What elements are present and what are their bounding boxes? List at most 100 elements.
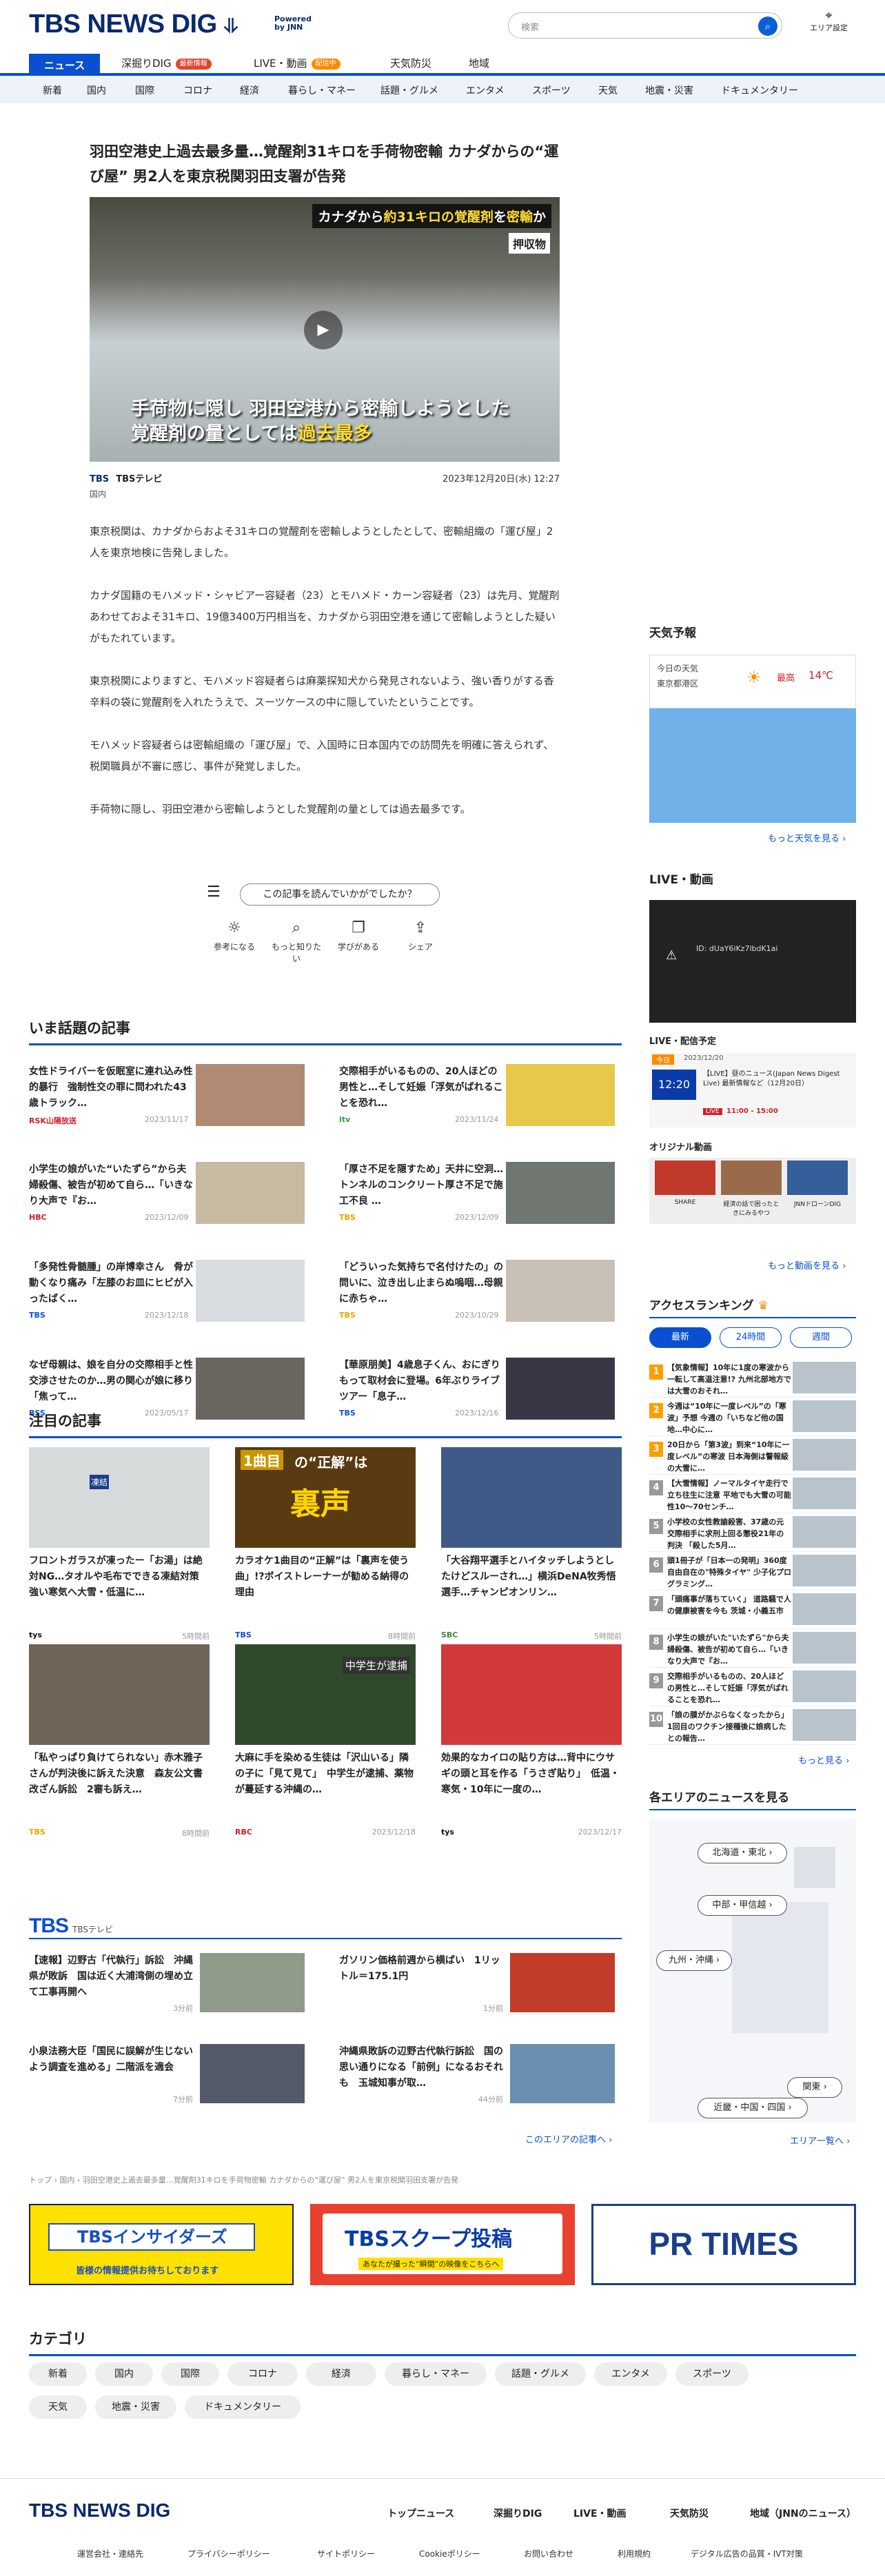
featured-item[interactable]: 凍結 フロントガラスが凍ったー「お湯」は絶対NG…タオルや毛布でできる凍結対策 強… (29, 1447, 210, 1641)
sub-nav-item[interactable]: 暮らし・マネー (288, 83, 356, 97)
footer-link[interactable]: 天気防災 (670, 2506, 709, 2520)
news-item[interactable]: 小学生の娘がいた“いたずら”から夫婦殺傷、被告が初めて自ら…「いきなり大声で『お… (29, 1162, 312, 1228)
article-video[interactable]: カナダから約31キロの覚醒剤を密輸か 押収物 ▶ 手荷物に隠し 羽田空港から密輸… (90, 197, 560, 462)
sub-nav-item[interactable]: 新着 (43, 83, 62, 97)
category-pill[interactable]: 国内 (95, 2362, 153, 2386)
footer-link[interactable]: トップニュース (387, 2506, 454, 2520)
tab-weather[interactable]: 天気防災 (390, 54, 431, 76)
featured-item[interactable]: 1曲目 の“正解”は 裏声 カラオケ1曲目の“正解”は「裏声を使う曲」!?ボイストレー… (235, 1447, 416, 1641)
original-video-item[interactable]: JNNドローンDIG (787, 1199, 848, 1208)
ranking-more-link[interactable]: もっと見る › (798, 1753, 849, 1766)
featured-item[interactable]: 「私やっぱり負けてられない」赤木雅子さんが判決後に訴えた決意 森友公文書改ざん訴… (29, 1644, 210, 1838)
source-name[interactable]: TBSテレビ (116, 474, 162, 484)
footer-link[interactable]: LIVE・動画 (573, 2506, 627, 2520)
ranking-item[interactable]: 10 「娘の膜がかぶらなくなったから」1回目のワクチン接種後に娘病したとの報告… (649, 1708, 856, 1745)
featured-item[interactable]: 「大谷翔平選手とハイタッチしようとしたけどスルーされ…」横浜DeNA牧秀悟選手…… (441, 1447, 622, 1641)
sub-nav-item[interactable]: 天気 (598, 83, 618, 97)
news-item[interactable]: 「厚さ不足を隠すため」天井に空洞…トンネルのコンクリート厚さ不足で施工不良 … T… (339, 1162, 622, 1228)
prtimes-banner[interactable]: PR TIMES (591, 2204, 856, 2285)
area-list-link[interactable]: エリア一覧へ › (790, 2134, 850, 2147)
category-pill[interactable]: 暮らし・マネー (385, 2362, 487, 2386)
video-more-link[interactable]: もっと動画を見る › (768, 1258, 846, 1271)
original-video-item[interactable]: 経済の話で困ったときにみるやつ (721, 1199, 782, 1217)
tbs-news-item[interactable]: 沖縄県敗訴の辺野古代執行訴訟 国の思い通りになる「前例」になるおそれも 玉城知事… (339, 2044, 622, 2113)
category-pill[interactable]: 新着 (29, 2362, 87, 2386)
area-button[interactable]: 近畿・中国・四国 › (698, 2098, 808, 2118)
footer-sublink[interactable]: 利用規約 (618, 2548, 651, 2559)
ranking-item[interactable]: 5 小学校の女性教諭殺害、37歳の元交際相手に求刑上回る懲役21年の判決 「殺した… (649, 1515, 856, 1552)
tbs-news-item[interactable]: ガソリン価格前週から横ばい 1リットル＝175.1円 1分前 (339, 1953, 622, 2022)
breadcrumb[interactable]: トップ › 国内 › 羽田空港史上過去最多量…覚醒剤31キロを手荷物密輸 カナダ… (29, 2174, 458, 2185)
sub-nav-item[interactable]: エンタメ (466, 83, 505, 97)
sub-nav-item[interactable]: 国際 (135, 83, 154, 97)
helpful-button[interactable]: ☼ 参考になる (207, 919, 262, 952)
category-pill[interactable]: コロナ (227, 2362, 298, 2386)
area-button[interactable]: 北海道・東北 › (698, 1843, 787, 1863)
tab-region[interactable]: 地域 (469, 54, 489, 76)
footer-link[interactable]: 深掘りDIG (494, 2506, 542, 2520)
sub-nav-item[interactable]: スポーツ (532, 83, 571, 97)
news-item[interactable]: 「多発性骨髄腫」の岸博幸さん 骨が動くなり痛み「左膝のお皿にヒビが入ったばく… T… (29, 1260, 312, 1326)
category-pill[interactable]: エンタメ (594, 2362, 667, 2386)
ranking-item[interactable]: 1 【気象情報】10年に1度の寒波から一転して高温注意!? 九州北部地方では大雪の… (649, 1360, 856, 1398)
category-pill[interactable]: 話題・グルメ (495, 2362, 586, 2386)
tab-live[interactable]: LIVE・動画 配信中 (254, 54, 340, 76)
share-button[interactable]: ⇪ シェア (393, 919, 448, 952)
insiders-banner[interactable]: TBSインサイダーズ 皆様の情報提供お待ちしております (29, 2204, 294, 2285)
featured-item[interactable]: 中学生が逮捕 大麻に手を染める生徒は「沢山いる」隣の子に「見て見て」 中学生が逮捕… (235, 1644, 416, 1837)
sub-nav-item[interactable]: ドキュメンタリー (721, 83, 798, 97)
search-icon[interactable]: ⌕ (758, 17, 777, 36)
ranking-item[interactable]: 2 今週は“10年に一度レベル”の「寒波」予想 今週の「いちなど他の国地…中心に… (649, 1399, 856, 1436)
live-schedule-item[interactable]: 今日 2023/12/20 12:20 【LIVE】昼のニュース(Japan N… (649, 1053, 856, 1127)
learn-button[interactable]: ❐ 学びがある (331, 919, 386, 952)
article-category[interactable]: 国内 (90, 488, 106, 500)
footer-logo[interactable]: TBS NEWS DIG (29, 2500, 170, 2522)
ranking-tab-24h[interactable]: 24時間 (720, 1327, 782, 1348)
ranking-item[interactable]: 8 小学生の娘がいた"いたずら"から夫婦殺傷、被告が初めて自ら…「いきなり大声で『… (649, 1631, 856, 1668)
area-button[interactable]: 九州・沖縄 › (656, 1950, 732, 1971)
area-articles-link[interactable]: このエリアの記事へ › (525, 2132, 612, 2145)
scoop-banner[interactable]: TBSスクープ投稿 あなたが撮った“瞬間”の映像をこちらへ (310, 2204, 575, 2285)
ranking-item[interactable]: 4 【大雪情報】ノーマルタイヤ走行で立ち往生に注意 平地でも大雪の可能性10〜70… (649, 1476, 856, 1513)
tab-dig[interactable]: 深掘りDIG 最新情報 (121, 54, 212, 76)
live-player[interactable]: ID: dUaY6iKz7lbdK1ai ⚠ (649, 900, 856, 1023)
site-logo[interactable]: TBS NEWS DIG ⥥ (29, 10, 238, 39)
ranking-item[interactable]: 9 交際相手がいるものの、20人ほどの男性と…そして妊娠「浮気がばれることを恐れ… (649, 1669, 856, 1706)
category-pill[interactable]: ドキュメンタリー (185, 2395, 301, 2419)
ranking-item[interactable]: 6 頭1冊子が「日本一の発明」360度自由自在の"特殊タイヤ" 少子化プログラミン… (649, 1553, 856, 1591)
sub-nav-item[interactable]: 地震・災害 (645, 83, 693, 97)
tbs-news-item[interactable]: 小泉法務大臣「国民に誤解が生じないよう調査を進める」二階派を適会 7分前 (29, 2044, 312, 2113)
footer-sublink[interactable]: デジタル広告の品質・IVT対策 (691, 2548, 803, 2559)
category-pill[interactable]: スポーツ (675, 2362, 749, 2386)
sub-nav-item[interactable]: コロナ (183, 83, 212, 97)
want-more-button[interactable]: ⌕ もっと知りたい (269, 919, 324, 964)
category-pill[interactable]: 天気 (29, 2395, 87, 2419)
sub-nav-item[interactable]: 話題・グルメ (380, 83, 438, 97)
tab-news[interactable]: ニュース (29, 54, 101, 77)
footer-sublink[interactable]: プライバシーポリシー (187, 2548, 270, 2559)
ranking-item[interactable]: 7 「頭痛事が落ちていく」 道路騒で人の健康被害を今も 茨城・小義五市 (649, 1592, 856, 1629)
category-pill[interactable]: 経済 (306, 2362, 376, 2386)
area-button[interactable]: 関東 › (787, 2077, 842, 2098)
tbs-news-item[interactable]: 【速報】辺野古「代執行」訴訟 沖縄県が敗訴 国は近く大浦湾側の埋め立て工事再開へ… (29, 1953, 312, 2022)
weather-more-link[interactable]: もっと天気を見る › (768, 831, 846, 844)
sub-nav-item[interactable]: 経済 (240, 83, 259, 97)
footer-sublink[interactable]: サイトポリシー (317, 2548, 375, 2559)
original-video-item[interactable]: SHARE (655, 1199, 715, 1206)
area-settings-button[interactable]: ⌖ エリア設定 (810, 10, 848, 33)
ranking-tab-week[interactable]: 週間 (790, 1327, 852, 1348)
news-item[interactable]: 女性ドライバーを仮眠室に連れ込み性的暴行 強制性交の罪に問われた43歳トラック…… (29, 1064, 312, 1130)
play-icon[interactable]: ▶ (304, 311, 343, 349)
news-item[interactable]: 「どういった気持ちで名付けたの」の問いに、泣き出し止まらぬ嗚咽…母親に赤ちゃ… T… (339, 1260, 622, 1326)
footer-sublink[interactable]: 運営会社・連絡先 (77, 2548, 143, 2559)
area-button[interactable]: 中部・甲信越 › (698, 1895, 787, 1916)
ranking-tab-latest[interactable]: 最新 (649, 1327, 711, 1348)
weather-map[interactable] (649, 708, 856, 823)
footer-sublink[interactable]: お問い合わせ (524, 2548, 573, 2559)
featured-item[interactable]: 効果的なカイロの貼り方は…背中にウサギの頭と耳を作る「うさぎ貼り」 低温・寒気・… (441, 1644, 622, 1837)
news-item[interactable]: 交際相手がいるものの、20人ほどの男性と…そして妊娠「浮気がばれることを恐れ… i… (339, 1064, 622, 1130)
sub-nav-item[interactable]: 国内 (87, 83, 106, 97)
footer-sublink[interactable]: Cookieポリシー (419, 2548, 480, 2559)
footer-link[interactable]: 地域（JNNのニュース） (750, 2506, 856, 2520)
weather-widget[interactable]: 今日の天気 東京都港区 ☀ 最高 14℃ (649, 655, 856, 708)
